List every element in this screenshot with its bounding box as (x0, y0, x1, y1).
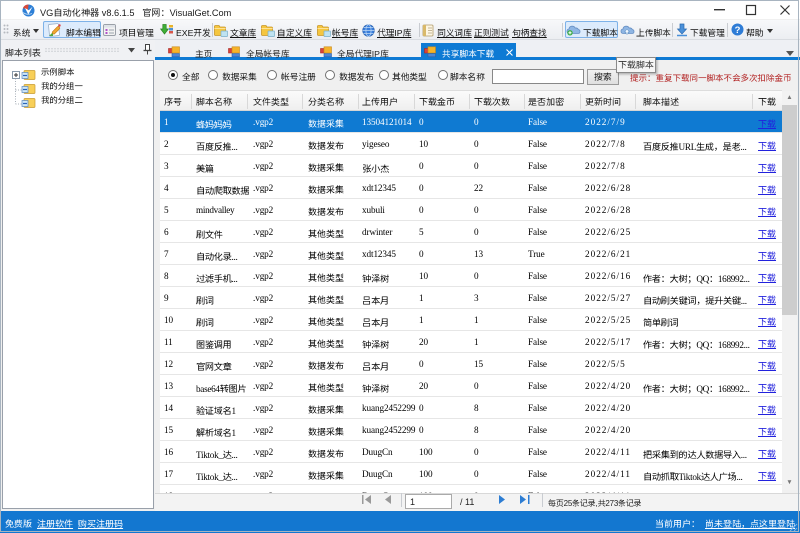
svg-text:?: ? (735, 25, 741, 36)
